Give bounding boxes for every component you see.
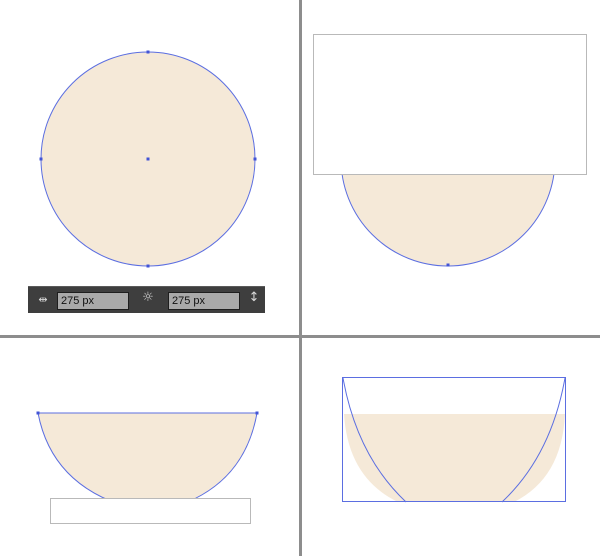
anchor-point-left[interactable] <box>36 411 40 415</box>
anchor-point-left[interactable] <box>39 157 43 161</box>
anchor-point-top[interactable] <box>146 50 150 54</box>
step-1-canvas <box>39 50 257 268</box>
base-rectangle[interactable] <box>50 498 251 524</box>
width-input[interactable] <box>57 292 129 310</box>
step-1-panel: ⇹ ☼ ↕ <box>0 0 299 335</box>
step-4-panel <box>302 338 600 556</box>
anchor-point-right[interactable] <box>255 411 259 415</box>
anchor-point-bottom[interactable] <box>146 264 150 268</box>
circle-shape[interactable] <box>340 158 556 267</box>
center-point <box>146 157 150 161</box>
bowl-shape[interactable] <box>38 413 257 508</box>
dimensions-toolbar: ⇹ ☼ ↕ <box>28 286 265 313</box>
width-arrows-icon: ⇹ <box>38 293 48 306</box>
step-3-canvas <box>36 411 259 524</box>
height-arrows-icon: ↕ <box>248 290 260 305</box>
bowl-fill <box>344 414 565 502</box>
step-4-canvas <box>342 377 566 503</box>
vertical-divider <box>299 0 302 556</box>
horizontal-divider <box>0 335 600 338</box>
step-2-panel <box>302 0 600 335</box>
step-3-panel <box>0 338 299 556</box>
height-input[interactable] <box>168 292 240 310</box>
step-2-canvas <box>313 34 587 267</box>
anchor-point-bottom[interactable] <box>446 263 450 267</box>
anchor-point-right[interactable] <box>253 157 257 161</box>
link-constrain-icon[interactable]: ☼ <box>137 291 159 304</box>
rectangle-shape[interactable] <box>313 34 587 175</box>
